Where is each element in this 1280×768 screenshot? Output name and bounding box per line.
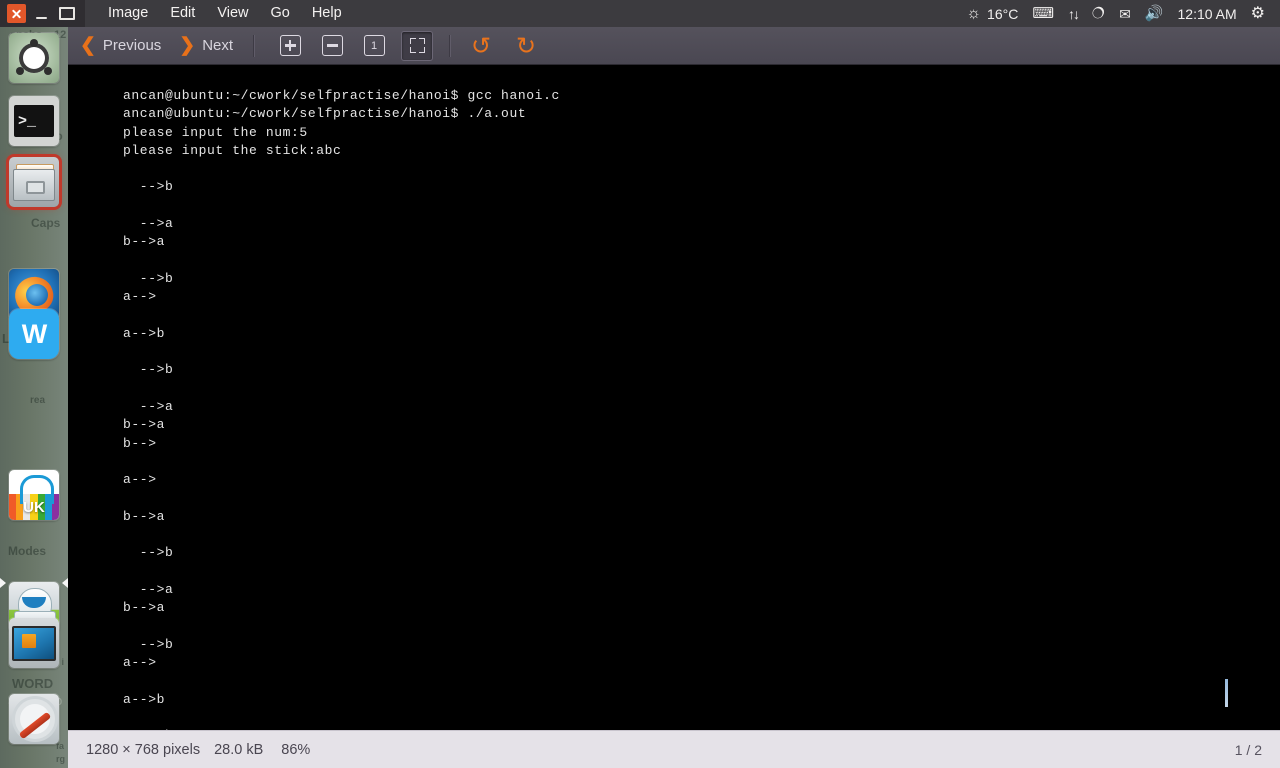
image-dimensions-label: 1280 × 768 pixels xyxy=(86,741,201,758)
zoom-in-button[interactable] xyxy=(275,32,305,60)
envelope-icon[interactable]: ✉ xyxy=(1112,0,1138,27)
image-viewer-window: ❮ Previous ❯ Next 1 ↺ ↻ ancan@ubuntu:~/c… xyxy=(68,27,1280,768)
rotate-clockwise-icon: ↻ xyxy=(515,31,537,60)
previous-button[interactable]: ❮ Previous xyxy=(78,31,169,61)
weather-indicator[interactable]: ☼ 16°C xyxy=(959,0,1025,27)
image-canvas[interactable]: ancan@ubuntu:~/cwork/selfpractise/hanoi$… xyxy=(68,65,1280,730)
desktop-bleed-text: Caps xyxy=(31,216,61,230)
normal-size-icon: 1 xyxy=(363,35,385,56)
network-updown-icon[interactable]: ↑↓ xyxy=(1061,0,1085,27)
image-filesize-label: 28.0 kB xyxy=(214,741,264,758)
launcher-running-arrow-left xyxy=(0,578,6,588)
toolbar-separator-2 xyxy=(449,34,452,57)
window-controls xyxy=(0,0,85,27)
launcher-item-uk-app[interactable]: UK xyxy=(9,470,59,520)
desktop-bleed-text: Modes xyxy=(8,544,47,558)
bluetooth-icon[interactable]: 🔿 xyxy=(1085,0,1112,27)
menu-view[interactable]: View xyxy=(206,0,259,27)
launcher-focused-arrow-right xyxy=(62,578,68,588)
toolbar-separator-1 xyxy=(253,34,256,57)
menu-help[interactable]: Help xyxy=(301,0,353,27)
maximize-icon[interactable] xyxy=(57,4,76,23)
terminal-icon: >_ xyxy=(14,105,54,137)
page-indicator: 1 / 2 xyxy=(1234,741,1262,758)
gear-power-icon[interactable]: ⚙ xyxy=(1244,0,1272,27)
desktop-bleed-text: rg xyxy=(56,754,65,764)
launcher-item-tools[interactable] xyxy=(9,694,59,744)
zoom-out-button[interactable] xyxy=(317,32,347,60)
keyboard-icon[interactable]: ⌨ xyxy=(1025,0,1061,27)
zoom-in-icon xyxy=(279,35,301,56)
normal-size-button[interactable]: 1 xyxy=(359,32,389,60)
file-cabinet-icon xyxy=(13,169,55,201)
launcher-item-wps-writer[interactable]: W xyxy=(9,309,59,359)
sun-icon: ☼ xyxy=(966,4,982,22)
monitor-icon xyxy=(12,625,56,661)
desktop-bleed-text: rea xyxy=(30,395,46,406)
best-fit-button[interactable] xyxy=(401,30,434,61)
system-tray: ☼ 16°C ⌨ ↑↓ 🔿 ✉ 🔊 12:10 AM ⚙ xyxy=(959,0,1280,27)
menu-image[interactable]: Image xyxy=(97,0,159,27)
chevron-right-icon: ❯ xyxy=(179,35,196,56)
image-viewer-toolbar: ❮ Previous ❯ Next 1 ↺ ↻ xyxy=(68,27,1280,65)
menu-edit[interactable]: Edit xyxy=(159,0,206,27)
menu-bar: Image Edit View Go Help xyxy=(97,0,353,27)
rotate-counterclockwise-icon: ↺ xyxy=(470,31,492,60)
menu-go[interactable]: Go xyxy=(259,0,300,27)
minimize-icon[interactable] xyxy=(32,4,51,23)
unity-launcher: ancho12loCapsLegend:reaTagonModesnou nan… xyxy=(0,27,68,768)
previous-label: Previous xyxy=(102,37,162,54)
rotate-right-button[interactable]: ↻ xyxy=(513,33,539,59)
launcher-item-files[interactable] xyxy=(9,157,59,207)
desktop-bleed-text: WORD xyxy=(12,676,54,691)
launcher-item-system-monitor[interactable] xyxy=(9,618,59,668)
zoom-level-label: 86% xyxy=(281,741,311,758)
ubuntu-logo-icon xyxy=(16,39,52,75)
speaker-icon[interactable]: 🔊 xyxy=(1138,0,1171,27)
status-left-group: 1280 × 768 pixels 28.0 kB 86% xyxy=(86,742,310,758)
best-fit-icon xyxy=(408,36,427,55)
rotate-left-button[interactable]: ↺ xyxy=(468,33,494,59)
top-panel: Image Edit View Go Help ☼ 16°C ⌨ ↑↓ 🔿 ✉ xyxy=(0,0,1280,27)
next-button[interactable]: ❯ Next xyxy=(177,31,241,61)
close-icon[interactable] xyxy=(7,4,26,23)
terminal-screenshot-text: ancan@ubuntu:~/cwork/selfpractise/hanoi$… xyxy=(123,88,560,730)
temperature-label: 16°C xyxy=(987,5,1019,22)
chevron-left-icon: ❮ xyxy=(80,35,96,56)
text-cursor xyxy=(1225,679,1228,707)
zoom-out-icon xyxy=(321,35,343,56)
uk-label-icon: UK xyxy=(23,499,45,516)
image-viewer-statusbar: 1280 × 768 pixels 28.0 kB 86% 1 / 2 xyxy=(68,730,1280,768)
clock-indicator[interactable]: 12:10 AM xyxy=(1171,0,1244,27)
launcher-item-terminal[interactable]: >_ xyxy=(9,96,59,146)
launcher-item-ubuntu-dash[interactable] xyxy=(9,33,59,83)
screen: Image Edit View Go Help ☼ 16°C ⌨ ↑↓ 🔿 ✉ xyxy=(0,0,1280,768)
wps-w-icon: W xyxy=(21,318,48,349)
next-label: Next xyxy=(202,37,234,54)
